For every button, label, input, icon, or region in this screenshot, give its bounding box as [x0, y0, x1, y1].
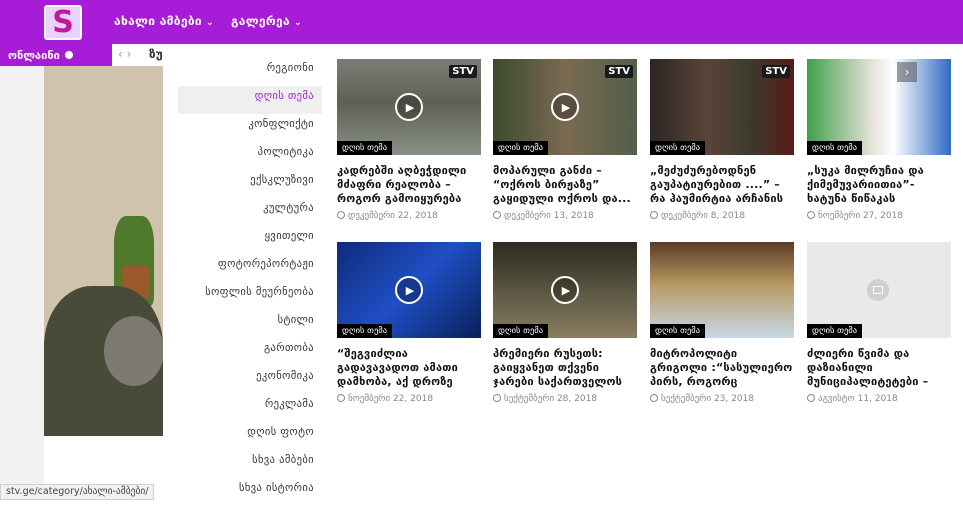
online-label[interactable]: ონლაინი	[0, 44, 112, 66]
clock-icon	[650, 394, 658, 402]
post-card[interactable]: დღის თემა „სუკა მილრუჩია და ქიმემუვარიით…	[807, 59, 951, 221]
category-badge[interactable]: დღის თემა	[337, 141, 393, 155]
post-title[interactable]: პრემიერი რუსეთს: გაიყვანეთ თქვენი ჯარები…	[493, 347, 637, 389]
clock-icon	[650, 211, 658, 219]
category-other-news[interactable]: სხვა ამბები	[178, 450, 322, 478]
clock-icon	[337, 394, 345, 402]
post-card[interactable]: STV ▶ დღის თემა კადრებში აღბეჭდილი მძაფრ…	[337, 59, 481, 221]
clock-icon	[493, 211, 501, 219]
nav-news[interactable]: ახალი ამბები ⌄	[114, 14, 214, 28]
post-date: დეკემბერი 22, 2018	[337, 211, 481, 221]
category-badge[interactable]: დღის თემა	[337, 324, 393, 338]
nav-gallery[interactable]: გალერეა ⌄	[231, 14, 302, 28]
post-thumbnail[interactable]: STV ▶ დღის თემა	[493, 59, 637, 155]
post-card[interactable]: STV ▶ დღის თემა მოპარული განძი – “ოქროს …	[493, 59, 637, 221]
top-navbar: S ახალი ამბები ⌄ გალერეა ⌄	[0, 0, 963, 44]
category-conflict[interactable]: კონფლიქტი	[178, 114, 322, 142]
category-list: რეგიონი დღის თემა კონფლიქტი პოლიტიკა ექს…	[178, 58, 322, 506]
clock-icon	[337, 211, 345, 219]
post-date: ნოემბერი 22, 2018	[337, 394, 481, 404]
post-thumbnail[interactable]: დღის თემა	[807, 59, 951, 155]
category-advertising[interactable]: რეკლამა	[178, 394, 322, 422]
play-icon[interactable]: ▶	[551, 93, 579, 121]
post-date: სექტემბერი 23, 2018	[650, 394, 794, 404]
post-card[interactable]: ▶ დღის თემა “შეგვიძლია გადავავადოთ ამათი…	[337, 242, 481, 404]
category-yellow[interactable]: ყვითელი	[178, 226, 322, 254]
play-icon[interactable]: ▶	[551, 276, 579, 304]
head-shape	[104, 316, 163, 386]
category-badge[interactable]: დღის თემა	[807, 141, 863, 155]
clock-icon	[807, 211, 815, 219]
post-date: აგვისტო 11, 2018	[807, 394, 951, 404]
category-culture[interactable]: კულტურა	[178, 198, 322, 226]
post-title[interactable]: ძლიერი წვიმა და დაზიანილი მუნიციპალიტეტე…	[807, 347, 951, 389]
play-icon[interactable]: ▶	[395, 93, 423, 121]
category-agriculture[interactable]: სოფლის მეურნეობა	[178, 282, 322, 310]
post-card[interactable]: დღის თემა ძლიერი წვიმა და დაზიანილი მუნი…	[807, 242, 951, 404]
post-card[interactable]: STV დღის თემა „მეძუძურებოდნენ გაუპატიურე…	[650, 59, 794, 221]
stv-watermark: STV	[605, 65, 633, 78]
play-icon[interactable]: ▶	[395, 276, 423, 304]
ticker-text[interactable]: ზუ	[149, 47, 163, 61]
post-thumbnail[interactable]: დღის თემა	[650, 242, 794, 338]
chevron-right-icon[interactable]: ›	[897, 62, 917, 82]
page-background	[0, 66, 44, 500]
category-style[interactable]: სტილი	[178, 310, 322, 338]
clock-icon	[807, 394, 815, 402]
stv-watermark: STV	[762, 65, 790, 78]
logo-s-icon: S	[52, 4, 74, 40]
category-badge[interactable]: დღის თემა	[493, 324, 549, 338]
ticker-arrows[interactable]: ‹ ›	[118, 47, 131, 61]
category-economy[interactable]: ეკონომიკა	[178, 366, 322, 394]
category-topic-of-day[interactable]: დღის თემა	[178, 86, 322, 114]
stv-watermark: STV	[449, 65, 477, 78]
post-date: სექტემბერი 28, 2018	[493, 394, 637, 404]
category-region[interactable]: რეგიონი	[178, 58, 322, 86]
post-title[interactable]: მიტროპოლიტი გრიგოლი :“სასულიერო პირს, რო…	[650, 347, 794, 389]
category-exclusive[interactable]: ექსკლუზივი	[178, 170, 322, 198]
image-icon	[867, 279, 889, 301]
category-politics[interactable]: პოლიტიკა	[178, 142, 322, 170]
post-title[interactable]: „სუკა მილრუჩია და ქიმემუვარიითია”-ხატუნა…	[807, 164, 951, 206]
category-photo-of-day[interactable]: დღის ფოტო	[178, 422, 322, 450]
post-date: დეკემბერი 13, 2018	[493, 211, 637, 221]
category-badge[interactable]: დღის თემა	[493, 141, 549, 155]
category-entertainment[interactable]: გართობა	[178, 338, 322, 366]
post-card[interactable]: დღის თემა მიტროპოლიტი გრიგოლი :“სასულიერ…	[650, 242, 794, 404]
post-thumbnail[interactable]: STV ▶ დღის თემა	[337, 59, 481, 155]
site-logo[interactable]: S	[44, 5, 82, 40]
chevron-down-icon: ⌄	[205, 18, 214, 28]
post-title[interactable]: „მეძუძურებოდნენ გაუპატიურებით ....” – რა…	[650, 164, 794, 206]
post-date: დეკემბერი 8, 2018	[650, 211, 794, 221]
post-thumbnail[interactable]: STV დღის თემა	[650, 59, 794, 155]
post-thumbnail[interactable]: დღის თემა	[807, 242, 951, 338]
post-title[interactable]: მოპარული განძი – “ოქროს ბირჟაზე” გაყიდულ…	[493, 164, 637, 206]
clock-icon	[493, 394, 501, 402]
post-thumbnail[interactable]: ▶ დღის თემა	[337, 242, 481, 338]
post-title[interactable]: “შეგვიძლია გადავავადოთ ამათი დამხობა, აქ…	[337, 347, 481, 389]
post-thumbnail[interactable]: ▶ დღის თემა	[493, 242, 637, 338]
category-other-story[interactable]: სხვა ისტორია	[178, 478, 322, 506]
chevron-down-icon: ⌄	[293, 18, 302, 28]
category-badge[interactable]: დღის თემა	[650, 141, 706, 155]
status-bar-url: stv.ge/category/ახალი-ამბები/	[0, 484, 155, 500]
post-date: ნოემბერი 27, 2018	[807, 211, 951, 221]
category-badge[interactable]: დღის თემა	[650, 324, 706, 338]
category-badge[interactable]: დღის თემა	[807, 324, 863, 338]
background-article-image[interactable]	[44, 66, 163, 436]
live-dot-icon	[64, 51, 73, 59]
category-photoreport[interactable]: ფოტორეპორტაჟი	[178, 254, 322, 282]
post-title[interactable]: კადრებში აღბეჭდილი მძაფრი რეალობა – როგო…	[337, 164, 481, 206]
post-card[interactable]: ▶ დღის თემა პრემიერი რუსეთს: გაიყვანეთ თ…	[493, 242, 637, 404]
